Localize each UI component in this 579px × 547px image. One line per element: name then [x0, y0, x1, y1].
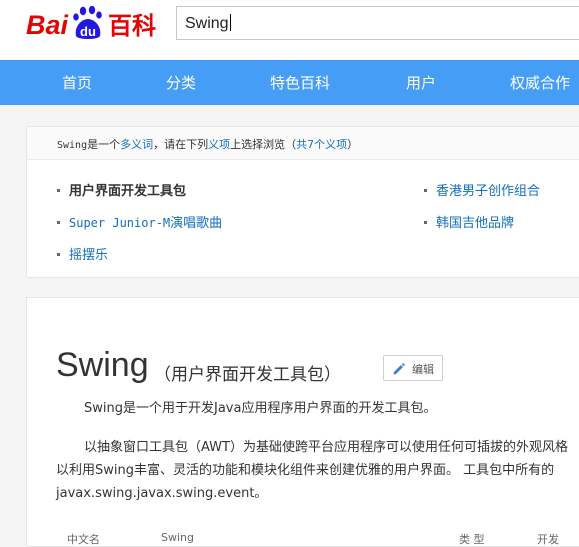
main-nav: 首页 分类 特色百科 用户 权威合作	[0, 60, 579, 105]
polysemy-box: Swing是一个多义词，请在下列义项上选择浏览（共7个义项） 用户界面开发工具包…	[26, 126, 579, 278]
polysemy-notice: Swing是一个多义词，请在下列义项上选择浏览（共7个义项）	[57, 138, 359, 151]
nav-categories[interactable]: 分类	[166, 72, 196, 93]
infobox-value: 开发	[537, 533, 559, 546]
edit-label: 编辑	[412, 363, 434, 376]
sense-item[interactable]: 香港男子创作组合	[424, 180, 540, 199]
infobox-label: 中文名	[67, 533, 100, 546]
body-paragraph-line: 以利用Swing丰富、灵活的功能和模块化组件来创建优雅的用户界面。 工具包中所有…	[56, 463, 555, 478]
bullet	[57, 253, 60, 256]
edit-button[interactable]: 编辑	[383, 355, 443, 381]
infobox-value: Swing	[161, 531, 194, 544]
all-senses-link[interactable]: 共7个义项	[296, 138, 347, 151]
nav-featured[interactable]: 特色百科	[270, 72, 330, 93]
sense-item[interactable]: Super Junior-M演唱歌曲	[57, 212, 222, 231]
sense-item-current: 用户界面开发工具包	[57, 180, 186, 199]
bullet	[424, 221, 427, 224]
bullet	[57, 221, 60, 224]
text-caret	[229, 14, 231, 31]
infobox-label: 类 型	[459, 533, 485, 546]
polysemy-link[interactable]: 多义词	[120, 138, 153, 151]
site-header: Bai du 百科 Swing	[0, 0, 579, 60]
logo-paw-text: du	[80, 24, 96, 39]
polysemy-header: Swing是一个多义词，请在下列义项上选择浏览（共7个义项）	[27, 127, 579, 160]
sense-item[interactable]: 韩国吉他品牌	[424, 212, 514, 231]
nav-users[interactable]: 用户	[406, 72, 436, 93]
nav-home[interactable]: 首页	[62, 72, 92, 93]
senses-link[interactable]: 义项	[208, 138, 230, 151]
logo-text-right: 百科	[108, 12, 156, 40]
sense-item[interactable]: 摇摆乐	[57, 244, 108, 263]
search-query: Swing	[185, 14, 231, 32]
search-input[interactable]: Swing	[176, 6, 579, 40]
bullet	[57, 189, 60, 192]
body-paragraph-line: 以抽象窗口工具包（AWT）为基础使跨平台应用程序可以使用任何可插拔的外观风格	[84, 440, 568, 455]
nav-partners[interactable]: 权威合作	[510, 72, 570, 93]
body-paragraph-line: javax.swing.javax.swing.event。	[56, 486, 268, 501]
logo-text-left: Bai	[26, 10, 69, 40]
intro-paragraph: Swing是一个用于开发Java应用程序用户界面的开发工具包。	[84, 401, 437, 416]
page-title: Swing	[56, 346, 149, 384]
pencil-icon	[393, 363, 405, 375]
logo-graphic: Bai du 百科	[26, 5, 156, 40]
article-card: Swing （用户界面开发工具包） 编辑 Swing是一个用于开发Java应用程…	[26, 297, 579, 547]
bullet	[424, 189, 427, 192]
page-subtitle: （用户界面开发工具包）	[154, 365, 341, 385]
baidu-baike-logo[interactable]: Bai du 百科	[26, 5, 166, 42]
